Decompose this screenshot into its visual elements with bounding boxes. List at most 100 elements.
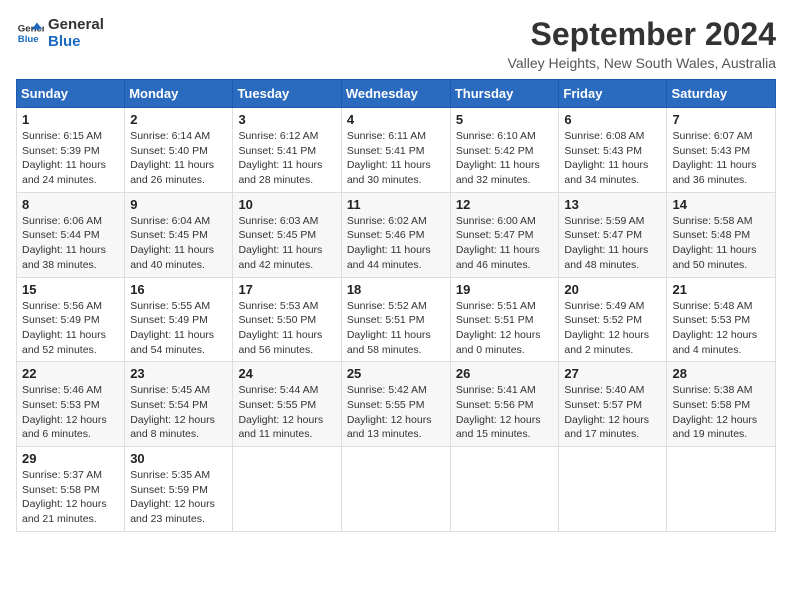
column-header-tuesday: Tuesday — [233, 80, 341, 108]
day-number: 24 — [238, 366, 335, 381]
location-subtitle: Valley Heights, New South Wales, Austral… — [508, 55, 776, 71]
page-header: General Blue General Blue September 2024… — [16, 16, 776, 71]
calendar-week-1: 1Sunrise: 6:15 AM Sunset: 5:39 PM Daylig… — [17, 108, 776, 193]
day-number: 30 — [130, 451, 227, 466]
day-number: 27 — [564, 366, 661, 381]
day-number: 23 — [130, 366, 227, 381]
day-number: 2 — [130, 112, 227, 127]
calendar-cell: 15 Sunrise: 5:56 AM Sunset: 5:49 PM Dayli… — [17, 277, 125, 362]
day-info: Sunrise: 5:58 AM Sunset: 5:48 PM Dayligh… — [672, 214, 770, 273]
calendar-cell: 16 Sunrise: 5:55 AM Sunset: 5:49 PM Dayli… — [125, 277, 233, 362]
calendar-cell: 13 Sunrise: 5:59 AM Sunset: 5:47 PM Dayli… — [559, 192, 667, 277]
calendar-cell: 11Sunrise: 6:02 AM Sunset: 5:46 PM Dayli… — [341, 192, 450, 277]
day-info: Sunrise: 6:03 AM Sunset: 5:45 PM Dayligh… — [238, 214, 335, 273]
day-info: Sunrise: 5:49 AM Sunset: 5:52 PM Dayligh… — [564, 299, 661, 358]
day-number: 28 — [672, 366, 770, 381]
calendar-cell: 27Sunrise: 5:40 AM Sunset: 5:57 PM Dayli… — [559, 362, 667, 447]
day-info: Sunrise: 5:41 AM Sunset: 5:56 PM Dayligh… — [456, 383, 554, 442]
calendar-week-4: 22 Sunrise: 5:46 AM Sunset: 5:53 PM Dayli… — [17, 362, 776, 447]
day-info: Sunrise: 6:11 AM Sunset: 5:41 PM Dayligh… — [347, 129, 445, 188]
column-header-saturday: Saturday — [667, 80, 776, 108]
calendar-cell: 25 Sunrise: 5:42 AM Sunset: 5:55 PM Dayli… — [341, 362, 450, 447]
day-number: 20 — [564, 282, 661, 297]
calendar-cell: 18Sunrise: 5:52 AM Sunset: 5:51 PM Dayli… — [341, 277, 450, 362]
day-info: Sunrise: 5:56 AM Sunset: 5:49 PM Dayligh… — [22, 299, 119, 358]
day-number: 5 — [456, 112, 554, 127]
calendar-cell — [233, 447, 341, 532]
day-info: Sunrise: 6:07 AM Sunset: 5:43 PM Dayligh… — [672, 129, 770, 188]
day-info: Sunrise: 6:04 AM Sunset: 5:45 PM Dayligh… — [130, 214, 227, 273]
calendar-week-2: 8 Sunrise: 6:06 AM Sunset: 5:44 PM Daylig… — [17, 192, 776, 277]
day-info: Sunrise: 5:38 AM Sunset: 5:58 PM Dayligh… — [672, 383, 770, 442]
column-header-sunday: Sunday — [17, 80, 125, 108]
day-number: 15 — [22, 282, 119, 297]
day-number: 29 — [22, 451, 119, 466]
logo: General Blue General Blue — [16, 16, 104, 50]
calendar-cell: 17 Sunrise: 5:53 AM Sunset: 5:50 PM Dayli… — [233, 277, 341, 362]
day-info: Sunrise: 6:15 AM Sunset: 5:39 PM Dayligh… — [22, 129, 119, 188]
day-number: 12 — [456, 197, 554, 212]
calendar-cell — [341, 447, 450, 532]
calendar-cell — [559, 447, 667, 532]
calendar-cell: 5 Sunrise: 6:10 AM Sunset: 5:42 PM Daylig… — [450, 108, 559, 193]
day-info: Sunrise: 6:14 AM Sunset: 5:40 PM Dayligh… — [130, 129, 227, 188]
day-info: Sunrise: 5:52 AM Sunset: 5:51 PM Dayligh… — [347, 299, 445, 358]
calendar-cell: 6Sunrise: 6:08 AM Sunset: 5:43 PM Daylig… — [559, 108, 667, 193]
day-number: 22 — [22, 366, 119, 381]
day-info: Sunrise: 6:10 AM Sunset: 5:42 PM Dayligh… — [456, 129, 554, 188]
day-number: 25 — [347, 366, 445, 381]
day-info: Sunrise: 6:08 AM Sunset: 5:43 PM Dayligh… — [564, 129, 661, 188]
calendar-cell: 24 Sunrise: 5:44 AM Sunset: 5:55 PM Dayli… — [233, 362, 341, 447]
day-info: Sunrise: 6:06 AM Sunset: 5:44 PM Dayligh… — [22, 214, 119, 273]
day-info: Sunrise: 5:35 AM Sunset: 5:59 PM Dayligh… — [130, 468, 227, 527]
column-header-friday: Friday — [559, 80, 667, 108]
day-number: 3 — [238, 112, 335, 127]
day-info: Sunrise: 5:53 AM Sunset: 5:50 PM Dayligh… — [238, 299, 335, 358]
calendar-cell: 4 Sunrise: 6:11 AM Sunset: 5:41 PM Daylig… — [341, 108, 450, 193]
day-number: 16 — [130, 282, 227, 297]
day-info: Sunrise: 5:42 AM Sunset: 5:55 PM Dayligh… — [347, 383, 445, 442]
calendar-cell: 8 Sunrise: 6:06 AM Sunset: 5:44 PM Daylig… — [17, 192, 125, 277]
day-number: 11 — [347, 197, 445, 212]
calendar-cell: 23Sunrise: 5:45 AM Sunset: 5:54 PM Dayli… — [125, 362, 233, 447]
day-info: Sunrise: 5:59 AM Sunset: 5:47 PM Dayligh… — [564, 214, 661, 273]
calendar-cell: 2 Sunrise: 6:14 AM Sunset: 5:40 PM Daylig… — [125, 108, 233, 193]
logo-general: General — [48, 16, 104, 33]
day-number: 14 — [672, 197, 770, 212]
calendar-cell: 3 Sunrise: 6:12 AM Sunset: 5:41 PM Daylig… — [233, 108, 341, 193]
day-number: 7 — [672, 112, 770, 127]
day-info: Sunrise: 6:12 AM Sunset: 5:41 PM Dayligh… — [238, 129, 335, 188]
calendar-week-5: 29 Sunrise: 5:37 AM Sunset: 5:58 PM Dayli… — [17, 447, 776, 532]
calendar-table: SundayMondayTuesdayWednesdayThursdayFrid… — [16, 79, 776, 532]
day-number: 4 — [347, 112, 445, 127]
day-number: 10 — [238, 197, 335, 212]
calendar-cell: 26 Sunrise: 5:41 AM Sunset: 5:56 PM Dayli… — [450, 362, 559, 447]
column-header-wednesday: Wednesday — [341, 80, 450, 108]
day-number: 8 — [22, 197, 119, 212]
day-info: Sunrise: 5:37 AM Sunset: 5:58 PM Dayligh… — [22, 468, 119, 527]
month-title: September 2024 — [508, 16, 776, 53]
calendar-cell — [450, 447, 559, 532]
calendar-cell: 29 Sunrise: 5:37 AM Sunset: 5:58 PM Dayli… — [17, 447, 125, 532]
calendar-cell: 21Sunrise: 5:48 AM Sunset: 5:53 PM Dayli… — [667, 277, 776, 362]
day-info: Sunrise: 6:00 AM Sunset: 5:47 PM Dayligh… — [456, 214, 554, 273]
calendar-cell: 10 Sunrise: 6:03 AM Sunset: 5:45 PM Dayli… — [233, 192, 341, 277]
day-info: Sunrise: 5:55 AM Sunset: 5:49 PM Dayligh… — [130, 299, 227, 358]
column-header-thursday: Thursday — [450, 80, 559, 108]
day-info: Sunrise: 5:44 AM Sunset: 5:55 PM Dayligh… — [238, 383, 335, 442]
calendar-cell: 28 Sunrise: 5:38 AM Sunset: 5:58 PM Dayli… — [667, 362, 776, 447]
day-number: 19 — [456, 282, 554, 297]
day-info: Sunrise: 5:46 AM Sunset: 5:53 PM Dayligh… — [22, 383, 119, 442]
calendar-cell: 7 Sunrise: 6:07 AM Sunset: 5:43 PM Daylig… — [667, 108, 776, 193]
day-number: 26 — [456, 366, 554, 381]
calendar-cell: 1Sunrise: 6:15 AM Sunset: 5:39 PM Daylig… — [17, 108, 125, 193]
day-number: 13 — [564, 197, 661, 212]
day-info: Sunrise: 5:51 AM Sunset: 5:51 PM Dayligh… — [456, 299, 554, 358]
calendar-header-row: SundayMondayTuesdayWednesdayThursdayFrid… — [17, 80, 776, 108]
calendar-cell: 9Sunrise: 6:04 AM Sunset: 5:45 PM Daylig… — [125, 192, 233, 277]
calendar-cell: 30 Sunrise: 5:35 AM Sunset: 5:59 PM Dayli… — [125, 447, 233, 532]
calendar-cell: 20 Sunrise: 5:49 AM Sunset: 5:52 PM Dayli… — [559, 277, 667, 362]
calendar-cell: 19 Sunrise: 5:51 AM Sunset: 5:51 PM Dayli… — [450, 277, 559, 362]
day-number: 17 — [238, 282, 335, 297]
logo-icon: General Blue — [16, 19, 44, 47]
